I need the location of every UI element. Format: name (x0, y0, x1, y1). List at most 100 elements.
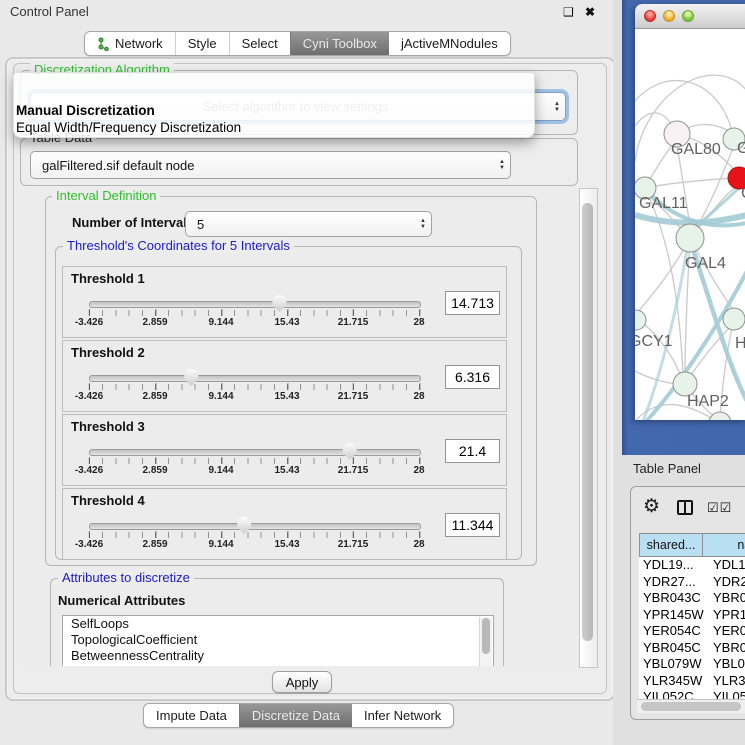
tab-select[interactable]: Select (229, 32, 290, 55)
network-node[interactable] (676, 224, 704, 252)
threshold-slider[interactable]: -3.4262.8599.14415.4321.71528 (89, 515, 419, 555)
threshold-slider[interactable]: -3.4262.8599.14415.4321.71528 (89, 441, 419, 481)
axis-tick-label: 9.144 (208, 539, 233, 550)
column-header-name[interactable]: name (703, 533, 745, 557)
axis-tick-label: 28 (413, 391, 424, 402)
table-row[interactable]: YLR345WYLR345W (639, 673, 745, 690)
threshold-value-field[interactable]: 6.316 (445, 365, 500, 389)
slider-track[interactable] (89, 449, 421, 456)
tab-discretize-data[interactable]: Discretize Data (239, 704, 352, 727)
network-view-window[interactable]: GAL80GALCGAL11GAL4GCY1HHAP2 (635, 4, 745, 420)
threshold-value-field[interactable]: 11.344 (445, 513, 500, 537)
slider-tick-labels: -3.4262.8599.14415.4321.71528 (89, 465, 419, 477)
axis-tick-label: -3.426 (75, 317, 103, 328)
thresholds-group-title: Threshold's Coordinates for 5 Intervals (63, 239, 294, 253)
slider-track[interactable] (89, 301, 421, 308)
threshold-slider[interactable]: -3.4262.8599.14415.4321.71528 (89, 293, 419, 333)
close-traffic-light-icon[interactable] (644, 10, 656, 22)
network-canvas[interactable]: GAL80GALCGAL11GAL4GCY1HHAP2 (635, 29, 745, 420)
table-row[interactable]: YDL19...YDL19... (639, 557, 745, 574)
apply-button[interactable]: Apply (272, 671, 332, 693)
tab-style[interactable]: Style (175, 32, 229, 55)
combo-stepper-icon: ▲▼ (494, 159, 510, 171)
numerical-attributes-list[interactable]: SelfLoopsTopologicalCoefficientBetweenne… (62, 615, 494, 666)
scrollbar-thumb[interactable] (641, 702, 741, 711)
attribute-list-item[interactable]: TopologicalCoefficient (63, 632, 493, 648)
dropdown-option-manual[interactable]: Manual Discretization (16, 103, 155, 118)
select-columns-icon[interactable]: ☑☑ (707, 500, 732, 516)
tab-jactivemnodules[interactable]: jActiveMNodules (389, 32, 510, 55)
table-row[interactable]: YER054CYER054C (639, 623, 745, 640)
table-row[interactable]: YBR043CYBR043C (639, 590, 745, 607)
threshold-panel: Threshold 2-3.4262.8599.14415.4321.71528… (62, 340, 507, 412)
algorithm-dropdown-popup: Manual Discretization Equal Width/Freque… (13, 72, 535, 138)
threshold-panel: Threshold 4-3.4262.8599.14415.4321.71528… (62, 488, 507, 560)
tab-infer-network[interactable]: Infer Network (352, 704, 453, 727)
tab-label: Network (115, 36, 163, 51)
table-row[interactable]: YBR045CYBR045C (639, 640, 745, 657)
attributes-group-title: Attributes to discretize (58, 571, 194, 585)
network-node-label: GCY1 (635, 333, 673, 350)
tab-cyni-toolbox[interactable]: Cyni Toolbox (290, 32, 389, 55)
minimize-traffic-light-icon[interactable] (663, 10, 675, 22)
table-row[interactable]: YDR27...YDR27... (639, 574, 745, 591)
tab-label: jActiveMNodules (401, 36, 498, 51)
axis-tick-label: 2.859 (142, 391, 167, 402)
cell-name: YBR045C (707, 640, 745, 657)
combo-stepper-icon: ▲▼ (549, 101, 565, 113)
network-node[interactable] (635, 310, 646, 330)
attribute-list-item[interactable]: BetweennessCentrality (63, 648, 493, 664)
network-node[interactable] (709, 412, 731, 420)
column-header-shared-name[interactable]: shared... (639, 533, 703, 557)
threshold-slider[interactable]: -3.4262.8599.14415.4321.71528 (89, 367, 419, 407)
close-window-icon[interactable]: ✖ (585, 5, 595, 19)
cell-shared-name: YBL079W (639, 656, 707, 673)
axis-tick-label: 15.43 (274, 539, 299, 550)
axis-tick-label: 21.715 (338, 317, 369, 328)
table-data-combobox-value: galFiltered.sif default node (31, 158, 494, 173)
threshold-label: Threshold 3 (71, 419, 145, 434)
attribute-list-item[interactable]: SelfLoops (63, 616, 493, 632)
number-of-intervals-label: Number of Intervals (72, 215, 194, 230)
table-header-row: shared... name (639, 533, 745, 557)
settings-vertical-scrollbar[interactable] (579, 188, 598, 668)
axis-tick-label: 28 (413, 539, 424, 550)
network-window-titlebar[interactable] (635, 4, 745, 29)
axis-tick-label: 2.859 (142, 539, 167, 550)
settings-scroll-viewport: Interval Definition Number of Intervals … (20, 188, 577, 666)
slider-track[interactable] (89, 523, 421, 530)
cell-name: YER054C (707, 623, 745, 640)
slider-ticks (89, 384, 420, 390)
network-node-label: HAP2 (687, 393, 729, 410)
number-of-intervals-combobox[interactable]: 5 ▲▼ (185, 211, 432, 237)
tab-network[interactable]: Network (85, 32, 175, 55)
split-columns-icon[interactable] (677, 500, 693, 515)
gear-icon[interactable]: ⚙ (643, 497, 660, 516)
slider-ticks (89, 310, 420, 316)
zoom-traffic-light-icon[interactable] (682, 10, 694, 22)
axis-tick-label: 9.144 (208, 391, 233, 402)
threshold-value-field[interactable]: 14.713 (445, 291, 500, 315)
table-horizontal-scrollbar[interactable] (637, 699, 745, 713)
attributes-list-scrollbar[interactable] (479, 617, 492, 666)
axis-tick-label: 21.715 (338, 391, 369, 402)
table-row[interactable]: YPR145WYPR145W (639, 607, 745, 624)
slider-tick-labels: -3.4262.8599.14415.4321.71528 (89, 391, 419, 403)
axis-tick-label: 21.715 (338, 539, 369, 550)
threshold-label: Threshold 1 (71, 271, 145, 286)
application: Control Panel ❑ ✖ NetworkStyleSelectCyni… (0, 0, 745, 745)
numerical-attributes-label: Numerical Attributes (58, 593, 185, 608)
network-node-label: GAL (737, 140, 745, 157)
threshold-value-field[interactable]: 21.4 (445, 439, 500, 463)
table-row[interactable]: YBL079WYBL079W (639, 656, 745, 673)
table-data-combobox[interactable]: galFiltered.sif default node ▲▼ (30, 151, 511, 179)
network-node[interactable] (723, 308, 745, 330)
tab-label: Impute Data (156, 708, 227, 723)
float-window-icon[interactable]: ❑ (563, 5, 574, 19)
slider-track[interactable] (89, 375, 421, 382)
cell-name: YDR27... (707, 574, 745, 591)
dropdown-option-equal-width[interactable]: Equal Width/Frequency Discretization (16, 120, 241, 135)
scrollbar-thumb[interactable] (582, 203, 593, 641)
tab-impute-data[interactable]: Impute Data (144, 704, 239, 727)
axis-tick-label: 2.859 (142, 465, 167, 476)
